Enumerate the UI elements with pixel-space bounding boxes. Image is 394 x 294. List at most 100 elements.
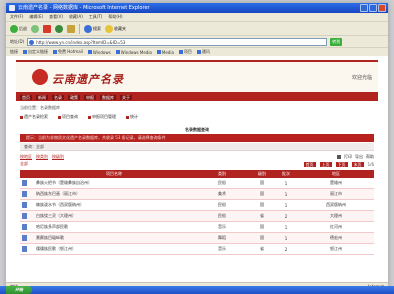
table-row[interactable]: 白族绕三灵（大理州） 民俗 省 2 大理州 <box>20 210 374 222</box>
help-link[interactable]: 帮助 <box>366 154 374 160</box>
stop-icon[interactable] <box>43 24 51 33</box>
document-icon <box>22 224 27 230</box>
link-item[interactable]: 自定义链接 <box>23 49 48 55</box>
toolbar-separator <box>79 23 80 34</box>
link-item[interactable]: Media <box>156 50 174 55</box>
nav-item-news[interactable]: 新闻 <box>36 94 48 100</box>
nav-item-policy[interactable]: 政策 <box>68 94 80 100</box>
table-header-row: 项目名称 类别 级别 批次 地区 <box>20 170 374 178</box>
subnav-item[interactable]: 申报项目管理 <box>88 114 116 120</box>
nav-item-home[interactable]: 首页 <box>20 94 32 100</box>
link-item[interactable]: Windows Media <box>115 50 152 55</box>
site-logo-text[interactable]: 云南遗产名录 <box>52 71 124 87</box>
link-icon <box>196 50 201 54</box>
table-row[interactable]: 纳西族东巴画（丽江市） 美术 国 1 丽江市 <box>20 188 374 200</box>
row-region[interactable]: 大理州 <box>298 210 374 222</box>
row-region[interactable]: 红河州 <box>298 221 374 233</box>
col-header-level[interactable]: 级别 <box>250 170 274 178</box>
site-header: 云南遗产名录 欢迎光临 <box>16 60 378 94</box>
bullet-icon <box>126 115 129 119</box>
link-item[interactable]: 项目 <box>178 49 192 55</box>
print-link[interactable]: 打印 <box>344 154 352 160</box>
row-region[interactable]: 德宏州 <box>298 232 374 244</box>
document-icon <box>22 213 27 219</box>
star-icon <box>105 24 113 33</box>
row-name-link[interactable]: 彝族火把节（楚雄彝族自治州） <box>34 178 194 189</box>
row-batch: 1 <box>274 188 298 200</box>
last-page-button[interactable]: 末页 <box>351 162 364 167</box>
bullet-icon <box>88 115 91 119</box>
go-button[interactable]: 转到 <box>330 37 343 46</box>
document-icon <box>22 202 27 208</box>
menu-edit[interactable]: 编辑(E) <box>29 13 43 21</box>
row-region[interactable]: 西双版纳州 <box>298 199 374 211</box>
first-page-button[interactable]: 首页 <box>303 162 316 167</box>
link-item[interactable]: Windows <box>87 50 111 55</box>
nav-item-catalog[interactable]: 名录 <box>52 94 64 100</box>
seal-logo-icon <box>32 69 48 85</box>
window-titlebar: 云南遗产名录 - 网络数据库 - Microsoft Internet Expl… <box>6 3 388 13</box>
page-tools: 打印 导出 帮助 <box>337 154 374 160</box>
row-name-link[interactable]: 白族绕三灵（大理州） <box>34 210 194 222</box>
menu-favorites[interactable]: 收藏(A) <box>69 13 83 21</box>
col-header-name[interactable]: 项目名称 <box>34 170 194 178</box>
filter-category-link[interactable]: 按类别 <box>36 154 48 160</box>
row-batch: 1 <box>274 178 298 189</box>
col-header-category[interactable]: 类别 <box>194 170 250 178</box>
filter-region-link[interactable]: 按地区 <box>20 154 32 160</box>
col-header-batch[interactable]: 批次 <box>274 170 298 178</box>
row-level: 省 <box>250 210 274 222</box>
row-category: 音乐 <box>194 221 250 233</box>
section-title: 名录数据查询 <box>185 127 209 132</box>
row-name-link[interactable]: 傣族泼水节（西双版纳州） <box>34 199 194 211</box>
minimize-button[interactable] <box>360 4 368 12</box>
nav-item-about[interactable]: 关于 <box>120 94 132 100</box>
start-button[interactable]: 开始 <box>6 286 32 294</box>
document-icon <box>22 246 27 252</box>
document-icon <box>22 191 27 197</box>
table-row[interactable]: 傣族泼水节（西双版纳州） 民俗 国 1 西双版纳州 <box>20 199 374 211</box>
table-row[interactable]: 景颇族目瑙纵歌 舞蹈 国 1 德宏州 <box>20 232 374 244</box>
table-row[interactable]: 傈僳族民歌（怒江州） 音乐 省 2 怒江州 <box>20 243 374 255</box>
next-page-button[interactable]: 下页 <box>335 162 348 167</box>
page-indicator: 1/6 <box>367 162 374 167</box>
row-name-link[interactable]: 傈僳族民歌（怒江州） <box>34 243 194 255</box>
col-header-region[interactable]: 地区 <box>298 170 374 178</box>
forward-arrow-icon[interactable] <box>31 24 39 33</box>
favorites-button[interactable]: 收藏夹 <box>105 24 126 34</box>
window-title: 云南遗产名录 - 网络数据库 - Microsoft Internet Expl… <box>18 5 150 11</box>
table-row[interactable]: 哈尼族多声部民歌 音乐 国 1 红河州 <box>20 221 374 233</box>
bullet-icon <box>58 115 61 119</box>
prev-page-button[interactable]: 上页 <box>319 162 332 167</box>
address-input[interactable]: http://www.yn.cn/index.asp?ItemID=&ID=53 <box>27 37 328 46</box>
row-batch: 1 <box>274 199 298 211</box>
filter-level-link[interactable]: 按级别 <box>52 154 64 160</box>
row-name-link[interactable]: 景颇族目瑙纵歌 <box>34 232 194 244</box>
maximize-button[interactable] <box>369 4 377 12</box>
row-name-link[interactable]: 哈尼族多声部民歌 <box>34 221 194 233</box>
refresh-icon[interactable] <box>55 24 63 33</box>
printer-icon[interactable] <box>337 155 341 159</box>
menu-file[interactable]: 文件(F) <box>10 13 23 21</box>
subnav-item[interactable]: 项目查询 <box>58 114 78 120</box>
subnav-item[interactable]: 统计 <box>126 114 138 120</box>
row-name-link[interactable]: 纳西族东巴画（丽江市） <box>34 188 194 200</box>
home-icon[interactable] <box>67 24 75 33</box>
search-button[interactable]: 搜索 <box>84 24 101 34</box>
row-category: 民俗 <box>194 178 250 189</box>
link-item[interactable]: 免费 Hotmail <box>53 49 83 55</box>
export-link[interactable]: 导出 <box>355 154 363 160</box>
link-item[interactable]: 通讯 <box>196 49 210 55</box>
row-region[interactable]: 楚雄州 <box>298 178 374 189</box>
row-region[interactable]: 怒江州 <box>298 243 374 255</box>
subnav-item[interactable]: 遗产名录检索 <box>20 114 48 120</box>
menu-view[interactable]: 查看(V) <box>49 13 63 21</box>
table-row[interactable]: 彝族火把节（楚雄彝族自治州） 民俗 国 1 楚雄州 <box>20 178 374 189</box>
nav-item-database[interactable]: 数据库 <box>100 94 116 100</box>
menu-tools[interactable]: 工具(T) <box>89 13 103 21</box>
close-button[interactable] <box>378 4 386 12</box>
nav-item-apply[interactable]: 申报 <box>84 94 96 100</box>
back-button[interactable]: 后退 <box>10 24 27 34</box>
menu-help[interactable]: 帮助(H) <box>108 13 122 21</box>
row-region[interactable]: 丽江市 <box>298 188 374 200</box>
